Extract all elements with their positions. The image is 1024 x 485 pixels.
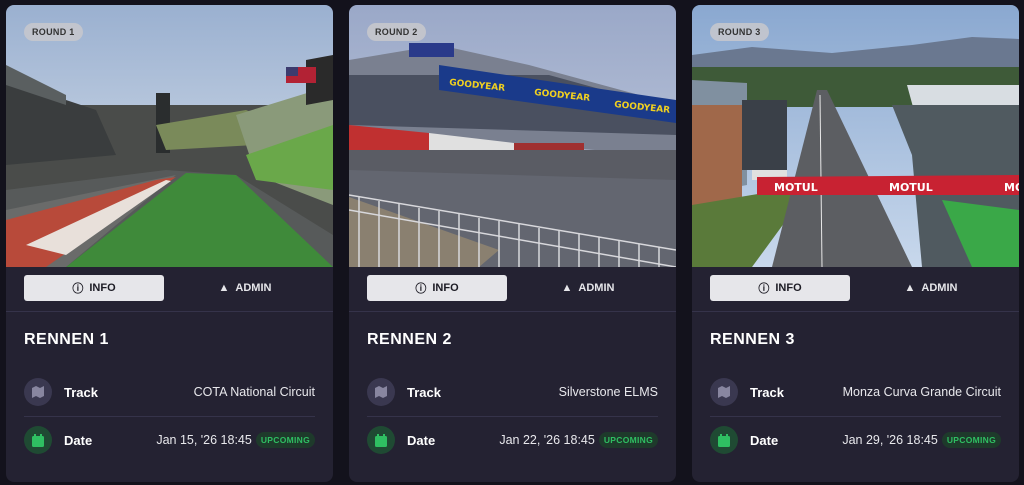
round-badge: ROUND 3	[710, 23, 769, 41]
status-badge: UPCOMING	[598, 432, 658, 448]
divider	[349, 311, 676, 312]
tab-admin[interactable]: ▲ ADMIN	[861, 275, 1001, 301]
info-circle-icon: ⓘ	[415, 283, 427, 295]
track-image-silverstone: GOODYEAR GOODYEAR GOODYEAR ROUND 2	[349, 5, 676, 267]
track-label: Track	[407, 384, 441, 400]
warning-triangle-icon: ▲	[561, 282, 573, 294]
track-value: Silverstone ELMS	[558, 385, 658, 399]
track-image-monza: MOTUL MOTUL MOTUL ROUND 3	[692, 5, 1019, 267]
race-title: RENNEN 3	[710, 331, 795, 348]
motul-banner-2: MOTUL	[889, 181, 933, 194]
tab-info-label: INFO	[89, 282, 116, 294]
map-icon	[710, 378, 738, 406]
tab-info-label: INFO	[775, 282, 802, 294]
track-row: Track Monza Curva Grande Circuit	[710, 376, 1001, 408]
status-badge: UPCOMING	[941, 432, 1001, 448]
info-circle-icon: ⓘ	[72, 283, 84, 295]
date-label: Date	[407, 432, 436, 448]
track-label: Track	[64, 384, 98, 400]
date-row: Date Jan 22, '26 18:45 UPCOMING	[367, 424, 658, 456]
warning-triangle-icon: ▲	[218, 282, 230, 294]
date-row: Date Jan 29, '26 18:45 UPCOMING	[710, 424, 1001, 456]
tab-admin-label: ADMIN	[235, 282, 272, 294]
race-card-3: MOTUL MOTUL MOTUL ROUND 3 ⓘ INFO ▲ ADMIN R…	[692, 5, 1019, 482]
date-label: Date	[750, 432, 779, 448]
card-tabs: ⓘ INFO ▲ ADMIN	[24, 275, 315, 301]
calendar-icon	[710, 426, 738, 454]
track-row: Track Silverstone ELMS	[367, 376, 658, 408]
tab-info-label: INFO	[432, 282, 459, 294]
race-card-2: GOODYEAR GOODYEAR GOODYEAR ROUND 2 ⓘ INF…	[349, 5, 676, 482]
date-label: Date	[64, 432, 93, 448]
race-title: RENNEN 1	[24, 331, 109, 348]
tab-admin[interactable]: ▲ ADMIN	[518, 275, 658, 301]
map-icon	[24, 378, 52, 406]
track-value: COTA National Circuit	[193, 385, 315, 399]
date-row: Date Jan 15, '26 18:45 UPCOMING	[24, 424, 315, 456]
race-card-1: ROUND 1 ⓘ INFO ▲ ADMIN RENNEN 1 Track COTA…	[6, 5, 333, 482]
date-value: Jan 15, '26 18:45	[156, 433, 252, 447]
calendar-icon	[367, 426, 395, 454]
status-badge: UPCOMING	[255, 432, 315, 448]
track-value: Monza Curva Grande Circuit	[842, 385, 1001, 399]
tab-info[interactable]: ⓘ INFO	[24, 275, 164, 301]
date-value: Jan 22, '26 18:45	[499, 433, 595, 447]
date-value: Jan 29, '26 18:45	[842, 433, 938, 447]
row-divider	[367, 416, 658, 417]
round-badge: ROUND 2	[367, 23, 426, 41]
info-circle-icon: ⓘ	[758, 283, 770, 295]
tab-info[interactable]: ⓘ INFO	[710, 275, 850, 301]
warning-triangle-icon: ▲	[904, 282, 916, 294]
tab-info[interactable]: ⓘ INFO	[367, 275, 507, 301]
track-row: Track COTA National Circuit	[24, 376, 315, 408]
track-label: Track	[750, 384, 784, 400]
tab-admin[interactable]: ▲ ADMIN	[175, 275, 315, 301]
tab-admin-label: ADMIN	[921, 282, 958, 294]
card-tabs: ⓘ INFO ▲ ADMIN	[710, 275, 1001, 301]
divider	[692, 311, 1019, 312]
track-image-cota: ROUND 1	[6, 5, 333, 267]
tab-admin-label: ADMIN	[578, 282, 615, 294]
calendar-icon	[24, 426, 52, 454]
round-badge: ROUND 1	[24, 23, 83, 41]
row-divider	[24, 416, 315, 417]
card-tabs: ⓘ INFO ▲ ADMIN	[367, 275, 658, 301]
map-icon	[367, 378, 395, 406]
row-divider	[710, 416, 1001, 417]
motul-banner-1: MOTUL	[774, 181, 818, 194]
divider	[6, 311, 333, 312]
motul-banner-3: MOTUL	[1004, 181, 1019, 194]
race-title: RENNEN 2	[367, 331, 452, 348]
